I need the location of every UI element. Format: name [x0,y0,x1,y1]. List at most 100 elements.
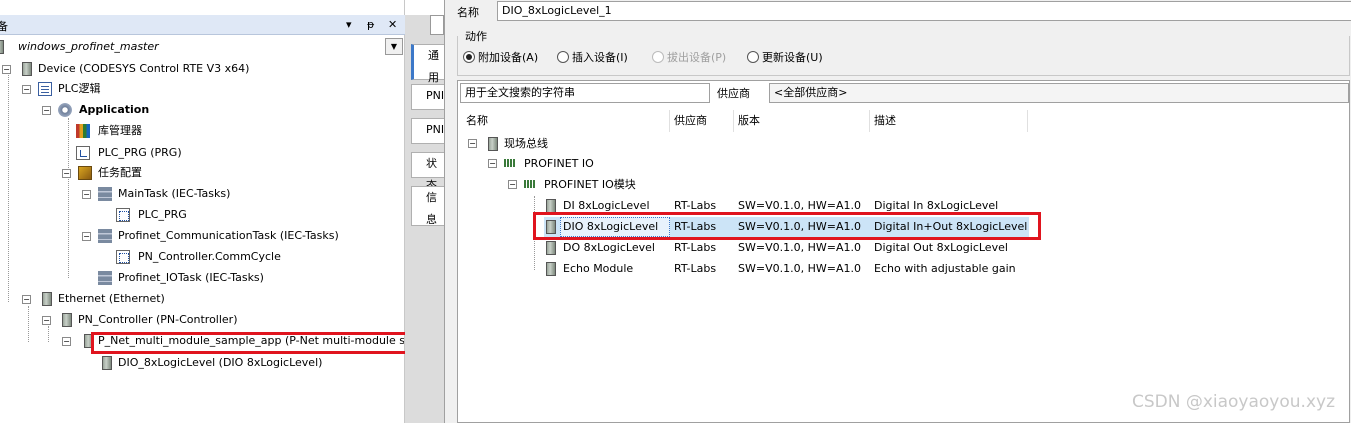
radio-dot [557,51,569,63]
editor-tab[interactable] [430,15,444,35]
gear-icon [58,103,72,117]
plc-logic-icon [38,82,52,96]
group-label: 现场总线 [504,137,548,150]
radio-dot [652,51,664,63]
collapse-icon[interactable]: − [2,65,11,74]
radio-label: 拔出设备(P) [667,51,727,64]
library-icon [76,124,90,138]
tree-item-label: MainTask (IEC-Tasks) [118,187,231,200]
vendor-label: 供应商 [717,87,750,100]
tree-item-label: Profinet_CommunicationTask (IEC-Tasks) [118,229,339,242]
catalog-row[interactable]: DO 8xLogicLevel RT-Labs SW=V0.1.0, HW=A1… [458,238,1033,258]
device-tree-panel: 备 ▾ ᵽ ✕ windows_profinet_master ▼ − Devi… [0,0,413,423]
name-label: 名称 [457,6,479,19]
collapse-icon[interactable]: − [22,295,31,304]
panel-header: 备 ▾ ᵽ ✕ [0,15,405,35]
tab-label: 通用 [428,49,439,84]
program-call-icon [116,208,130,222]
tree-item-label: 任务配置 [98,166,142,179]
device-icon [0,40,4,54]
search-input[interactable]: 用于全文搜索的字符串 [460,83,710,103]
program-call-icon [116,250,130,264]
tree-item-label: Profinet_IOTask (IEC-Tasks) [118,271,264,284]
task-icon [98,271,112,285]
profinet-icon [524,180,536,188]
fieldbus-icon [488,137,498,151]
panel-title: 备 [0,20,8,33]
module-icon [546,199,556,213]
column-header-version[interactable]: 版本 [734,110,870,132]
vendor-select[interactable]: <全部供应商> [769,83,1349,103]
tree-item-label: Ethernet (Ethernet) [58,292,165,305]
collapse-icon[interactable]: − [488,159,497,168]
watermark: CSDN @xiaoyaoyou.xyz [1131,392,1335,412]
tab-label: 信息 [426,191,437,226]
tree-line [28,306,29,342]
collapse-icon[interactable]: − [62,169,71,178]
column-header-name[interactable]: 名称 [462,110,670,132]
collapse-icon[interactable]: − [468,139,477,148]
tab-info[interactable]: 信息 [411,186,447,226]
panel-menu-icon[interactable]: ▾ [346,18,352,31]
tree-item-label: Device (CODESYS Control RTE V3 x64) [38,62,250,75]
radio-dot [463,51,475,63]
group-label: PROFINET IO [524,157,594,170]
tab-label: PNI [426,123,445,136]
tree-line [68,118,69,278]
collapse-icon[interactable]: − [42,316,51,325]
name-field[interactable]: DIO_8xLogicLevel_1 [497,1,1351,21]
task-config-icon [78,166,92,180]
module-version: SW=V0.1.0, HW=A1.0 [738,262,861,275]
radio-label: 附加设备(A) [478,51,539,64]
tab-status[interactable]: 状态 [411,152,447,192]
device-icon [102,356,112,370]
radio-insert-device[interactable]: 插入设备(I) [557,50,628,66]
tree-item-label: DIO_8xLogicLevel (DIO 8xLogicLevel) [118,356,323,369]
radio-plug-device: 拔出设备(P) [652,50,726,66]
collapse-icon[interactable]: − [42,106,51,115]
device-catalog: 用于全文搜索的字符串 供应商 <全部供应商> 名称 供应商 版本 描述 − 现场… [457,80,1350,423]
pin-icon[interactable]: ᵽ [367,18,374,31]
tab-general[interactable]: 通用 [411,44,447,84]
tree-item-label: PLC逻辑 [58,82,101,95]
device-icon [62,313,72,327]
tree-line [48,326,49,342]
project-name: windows_profinet_master [18,40,159,53]
tab-pnio-1[interactable]: PNI [411,84,447,110]
module-vendor: RT-Labs [674,241,717,254]
tab-label: PNI [426,89,445,102]
column-header-description[interactable]: 描述 [870,110,1028,132]
chevron-down-icon[interactable]: ▼ [385,38,403,55]
catalog-row[interactable]: Echo Module RT-Labs SW=V0.1.0, HW=A1.0 E… [458,259,1033,279]
tree-item-label: PN_Controller.CommCycle [138,250,281,263]
device-icon [22,62,32,76]
module-icon [546,262,556,276]
group-label: PROFINET IO模块 [544,178,636,191]
tree-root-row[interactable]: windows_profinet_master ▼ [0,38,405,56]
radio-update-device[interactable]: 更新设备(U) [747,50,823,66]
task-icon [98,187,112,201]
module-description: Echo with adjustable gain [874,262,1016,275]
collapse-icon[interactable]: − [82,190,91,199]
tree-item-label: PN_Controller (PN-Controller) [78,313,238,326]
module-name: Echo Module [563,262,634,275]
tree-item-label: 库管理器 [98,124,142,137]
collapse-icon[interactable]: − [82,232,91,241]
module-vendor: RT-Labs [674,262,717,275]
collapse-icon[interactable]: − [62,337,71,346]
radio-label: 插入设备(I) [572,51,628,64]
close-icon[interactable]: ✕ [388,18,397,31]
radio-append-device[interactable]: 附加设备(A) [463,50,538,66]
column-header-vendor[interactable]: 供应商 [670,110,734,132]
module-description: Digital Out 8xLogicLevel [874,241,1008,254]
collapse-icon[interactable]: − [508,180,517,189]
tree-item-label: PLC_PRG [138,208,187,221]
device-icon [42,292,52,306]
task-icon [98,229,112,243]
module-version: SW=V0.1.0, HW=A1.0 [738,241,861,254]
tab-pnio-2[interactable]: PNI [411,118,447,144]
module-icon [546,241,556,255]
tree-line [8,72,9,302]
collapse-icon[interactable]: − [22,85,31,94]
tree-item-label: PLC_PRG (PRG) [98,146,182,159]
